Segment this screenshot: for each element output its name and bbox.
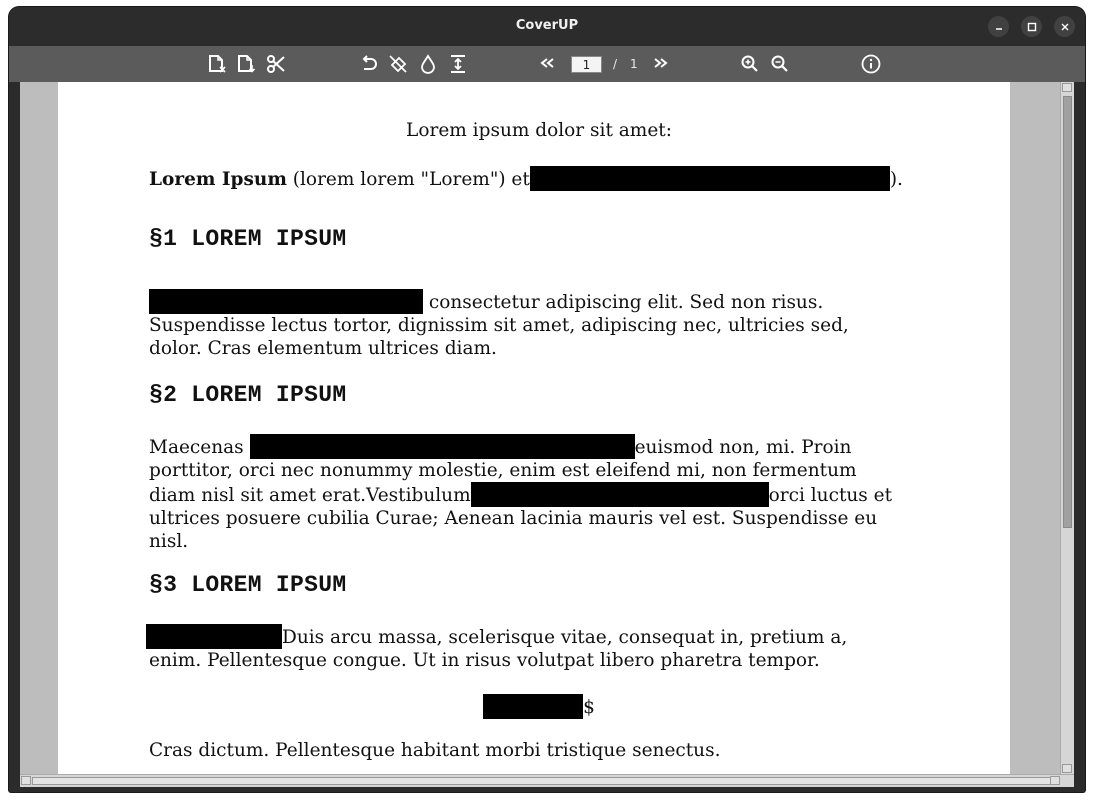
scroll-left-button[interactable] <box>21 776 31 785</box>
info-icon <box>861 54 881 74</box>
section-heading-3: §3 LOREM IPSUM <box>149 572 347 598</box>
redaction-box[interactable] <box>146 624 282 649</box>
horizontal-scrollbar[interactable] <box>20 774 1074 787</box>
next-page-icon <box>654 58 668 68</box>
fit-icon <box>451 55 465 73</box>
p1-line2: Suspendisse lectus tortor, dignissim sit… <box>149 315 849 336</box>
fill-icon <box>421 54 435 74</box>
p2-line2: porttitor, orci nec nonummy molestie, en… <box>149 460 857 481</box>
p1-line1-text: consectetur adipiscing elit. Sed non ris… <box>423 292 824 313</box>
cut-icon <box>267 55 285 73</box>
zoom-out-icon <box>771 55 788 72</box>
close-button[interactable] <box>1054 16 1075 37</box>
lorem-ipsum-bold: Lorem Ipsum <box>149 169 287 190</box>
next-page-button[interactable] <box>649 53 671 75</box>
open-file-icon <box>209 55 226 73</box>
page-separator: / <box>613 57 618 71</box>
p2-line3-start: diam nisl sit amet erat.Vestibulum <box>149 485 471 506</box>
minimize-icon <box>995 27 1002 30</box>
prev-page-button[interactable] <box>537 53 559 75</box>
fit-page-button[interactable] <box>447 53 469 75</box>
toolbar: 1 / 1 <box>9 46 1085 82</box>
p3-line2: enim. Pellentesque congue. Ut in risus v… <box>149 650 820 671</box>
amount-suffix: $ <box>583 697 595 718</box>
save-file-button[interactable] <box>235 53 257 75</box>
paragraph-1: consectetur adipiscing elit. Sed non ris… <box>149 289 849 360</box>
amount-line: $ <box>149 694 929 719</box>
p1-line3: dolor. Cras elementum ultrices diam. <box>149 338 497 359</box>
scroll-up-button[interactable] <box>1062 83 1072 92</box>
intro-end: ). <box>889 169 903 190</box>
paragraph-intro: Lorem Ipsum (lorem lorem "Lorem") et). <box>149 166 903 191</box>
paragraph-3: Duis arcu massa, scelerisque vitae, cons… <box>146 624 847 672</box>
p2-line3-end: orci luctus et <box>768 485 893 506</box>
p3-line1: Duis arcu massa, scelerisque vitae, cons… <box>146 624 847 649</box>
document-viewport[interactable]: Lorem ipsum dolor sit amet: Lorem Ipsum … <box>20 82 1060 774</box>
zoom-in-button[interactable] <box>739 53 761 75</box>
p2-line4: ultrices posuere cubilia Curae; Aenean l… <box>149 508 878 529</box>
p2-line5: nisl. <box>149 531 189 552</box>
save-file-icon <box>238 55 256 73</box>
title-bar[interactable]: CoverUP <box>9 7 1085 46</box>
p1-line1: consectetur adipiscing elit. Sed non ris… <box>149 289 849 314</box>
last-line: Cras dictum. Pellentesque habitant morbi… <box>149 740 721 761</box>
document-page: Lorem ipsum dolor sit amet: Lorem Ipsum … <box>58 82 1010 774</box>
info-button[interactable] <box>860 53 882 75</box>
zoom-out-button[interactable] <box>769 53 791 75</box>
p2-line1-end: euismod non, mi. Proin <box>634 437 852 458</box>
redaction-box[interactable] <box>529 166 890 191</box>
redaction-box[interactable] <box>149 289 423 314</box>
p2-line3: diam nisl sit amet erat.Vestibulum orci l… <box>149 482 892 507</box>
section-heading-2: §2 LOREM IPSUM <box>149 382 347 408</box>
undo-button[interactable] <box>358 53 380 75</box>
maximize-icon <box>1027 22 1036 31</box>
redaction-box[interactable] <box>470 482 769 507</box>
intro-text: (lorem lorem "Lorem") et <box>286 169 530 190</box>
maximize-button[interactable] <box>1021 16 1042 37</box>
p2-line1: Maecenas euismod non, mi. Proin <box>149 434 892 459</box>
app-window: CoverUP 1 / 1 Lorem ipsum dolor sit amet… <box>9 7 1085 792</box>
minimize-button[interactable] <box>988 16 1009 37</box>
prev-page-icon <box>540 58 554 68</box>
vertical-scrollbar[interactable] <box>1060 82 1074 774</box>
page-total: 1 <box>630 57 638 71</box>
horizontal-scroll-thumb[interactable] <box>32 777 1052 785</box>
undo-icon <box>362 55 377 70</box>
redaction-box[interactable] <box>249 434 635 459</box>
fill-button[interactable] <box>417 53 439 75</box>
p3-line1-text: Duis arcu massa, scelerisque vitae, cons… <box>282 627 848 648</box>
section-heading-1: §1 LOREM IPSUM <box>149 226 347 252</box>
clear-icon <box>389 55 407 73</box>
page-number-input[interactable]: 1 <box>571 56 602 73</box>
clear-button[interactable] <box>387 53 409 75</box>
close-icon <box>1061 23 1068 30</box>
zoom-in-icon <box>741 55 758 72</box>
paragraph-2: Maecenas euismod non, mi. Proin porttito… <box>149 434 892 553</box>
open-file-button[interactable] <box>206 53 228 75</box>
scroll-down-button[interactable] <box>1062 764 1072 773</box>
window-title: CoverUP <box>515 18 579 33</box>
redaction-box[interactable] <box>483 694 584 719</box>
intro-line: Lorem ipsum dolor sit amet: <box>406 120 672 141</box>
cut-button[interactable] <box>265 53 287 75</box>
vertical-scroll-thumb[interactable] <box>1063 96 1072 528</box>
scroll-right-button[interactable] <box>1050 776 1060 785</box>
p2-line1-start: Maecenas <box>149 437 250 458</box>
